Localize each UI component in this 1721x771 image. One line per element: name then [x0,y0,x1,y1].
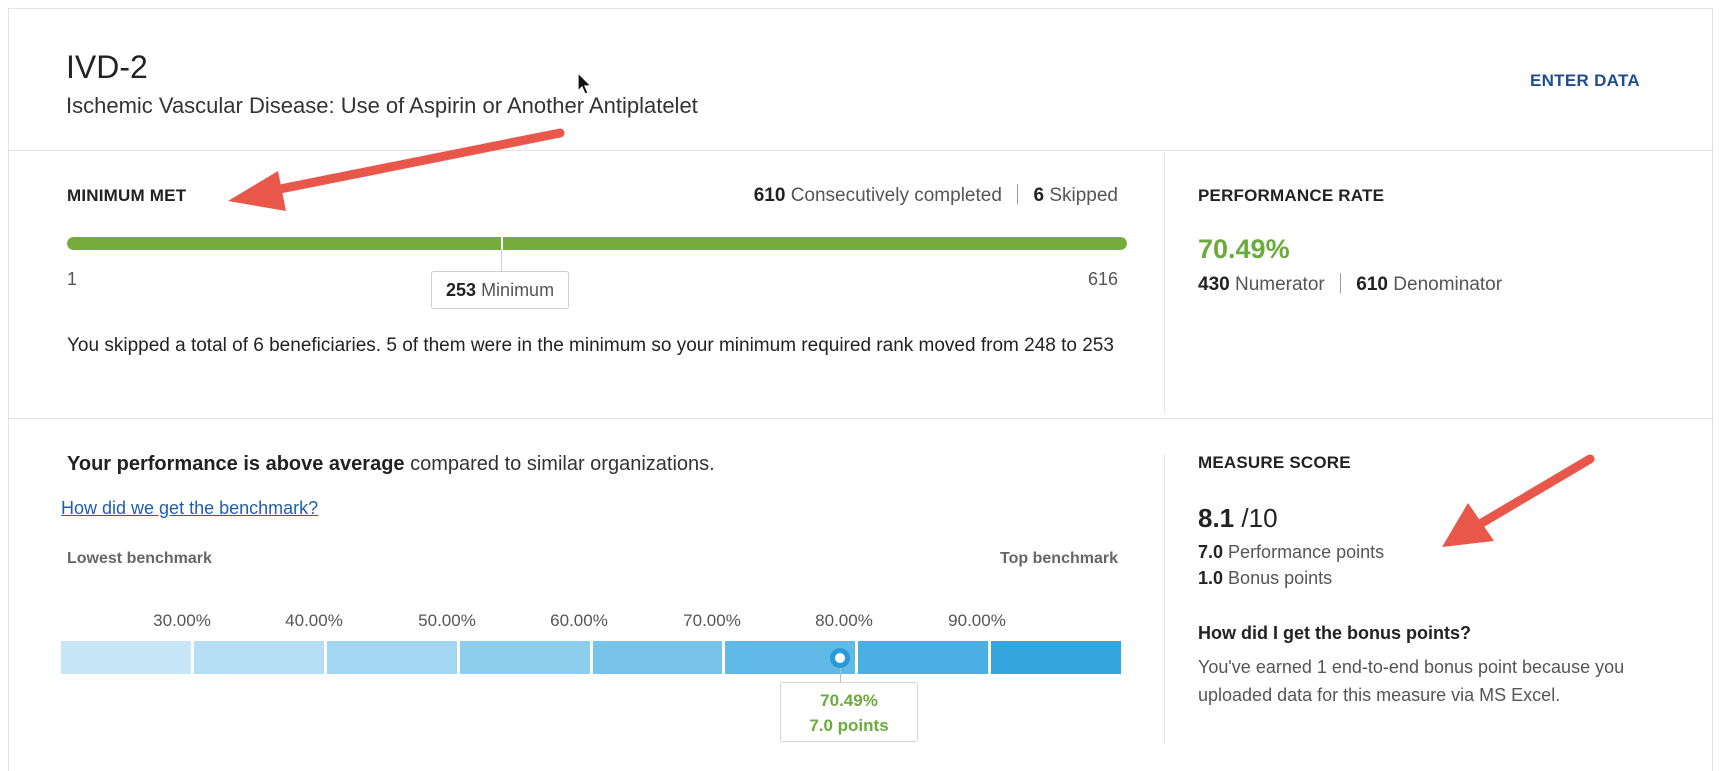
completed-label: Consecutively completed [790,185,1002,206]
vertical-divider-top [1164,152,1165,414]
completion-progress-fill [67,237,1127,250]
minimum-tooltip-label: Minimum [481,280,555,300]
nd-separator [1340,273,1342,293]
benchmark-tick-label: 30.00% [153,611,211,630]
numerator-value: 430 [1198,274,1230,295]
benchmark-tick-label: 60.00% [550,611,608,630]
benchmark-segment [459,641,593,674]
benchmark-tick-label: 70.00% [683,611,741,630]
minimum-rank: 253 [446,280,477,300]
lowest-benchmark-label: Lowest benchmark [67,550,212,567]
performance-points-label: Performance points [1228,542,1385,562]
range-end: 616 [1087,269,1118,289]
bonus-points-value: 1.0 [1198,568,1224,588]
benchmark-segment [326,641,460,674]
benchmark-tick-label: 90.00% [948,611,1006,630]
benchmark-tick-label: 50.00% [418,611,476,630]
denominator-value: 610 [1356,274,1388,295]
minimum-met-label: MINIMUM MET [67,186,187,205]
performance-marker-stem [840,668,841,682]
benchmark-tick-label: 80.00% [815,611,873,630]
denominator-label: Denominator [1393,274,1503,295]
bonus-explanation: You've earned 1 end-to-end bonus point b… [1198,657,1625,705]
performance-marker-dot [830,648,850,668]
performance-rate-value: 70.49% [1198,234,1290,264]
measure-score-label: MEASURE SCORE [1198,453,1351,472]
benchmark-help-link[interactable]: How did we get the benchmark? [61,498,318,519]
skip-note: You skipped a total of 6 beneficiaries. … [67,335,1114,356]
minimum-marker [501,237,503,250]
mouse-cursor-icon [577,72,593,95]
numerator-denominator: 430 Numerator 610 Denominator [1198,273,1502,296]
skipped-count: 6 [1033,185,1045,206]
benchmark-summary: Your performance is above average compar… [67,453,715,476]
benchmark-summary-bold: Your performance is above average [67,453,405,475]
minimum-tooltip-stem [501,250,502,271]
vertical-divider-bottom [1164,454,1165,744]
marker-points: 7.0 points [809,716,889,735]
benchmark-segment [991,641,1121,674]
measure-score-number: 8.1 [1198,503,1235,533]
measure-header: IVD-2 Ischemic Vascular Disease: Use of … [9,9,1714,151]
measure-title: Ischemic Vascular Disease: Use of Aspiri… [66,93,698,118]
benchmark-segment [592,641,726,674]
range-start: 1 [67,269,78,289]
benchmark-tick-label: 40.00% [285,611,343,630]
bonus-question: How did I get the bonus points? [1198,623,1471,643]
bonus-points-label: Bonus points [1228,568,1333,588]
completion-progress-bar [67,237,1127,250]
performance-points-value: 7.0 [1198,542,1224,562]
completion-counts: 610 Consecutively completed 6 Skipped [754,184,1118,207]
performance-points: 7.0 Performance points [1198,542,1384,563]
counts-separator [1017,184,1019,204]
measure-code: IVD-2 [66,49,148,85]
horizontal-divider [9,418,1714,419]
measure-card: IVD-2 Ischemic Vascular Disease: Use of … [8,8,1714,771]
minimum-tooltip: 253 Minimum [431,271,570,309]
enter-data-link[interactable]: ENTER DATA [1530,71,1640,91]
benchmark-segment [858,641,992,674]
top-benchmark-label: Top benchmark [1000,550,1118,567]
measure-score-value: 8.1 /10 [1198,503,1278,534]
performance-rate-label: PERFORMANCE RATE [1198,186,1385,205]
skipped-label: Skipped [1049,185,1118,206]
numerator-label: Numerator [1234,274,1325,295]
bonus-points: 1.0 Bonus points [1198,568,1332,589]
benchmark-bar [61,641,1121,674]
performance-marker-tooltip: 70.49% 7.0 points [780,682,918,742]
measure-score-max: /10 [1241,503,1278,533]
benchmark-segment [61,641,194,674]
benchmark-segment [193,641,327,674]
benchmark-summary-rest: compared to similar organizations. [404,453,715,475]
marker-rate: 70.49% [820,691,878,710]
completed-count: 610 [753,185,786,206]
